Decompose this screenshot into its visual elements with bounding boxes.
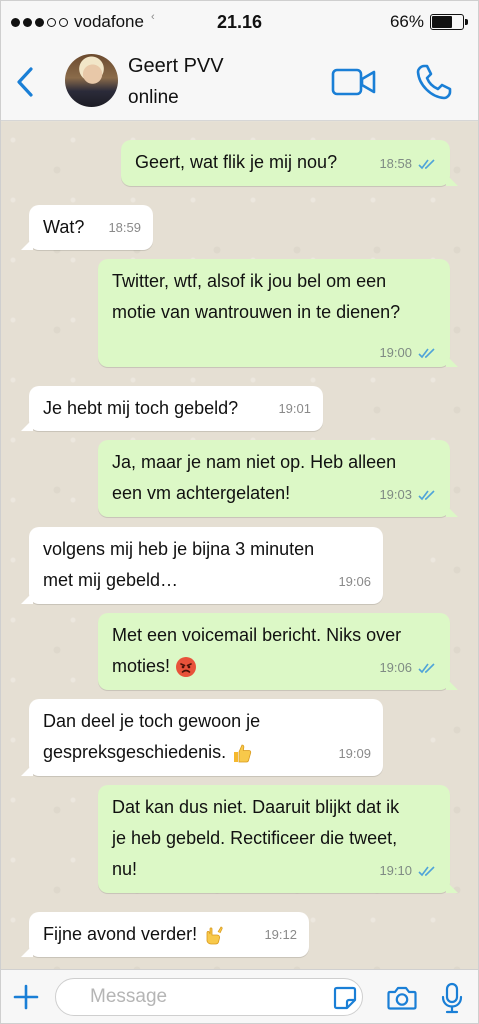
battery-percentage: 66% bbox=[389, 12, 424, 31]
camera-icon[interactable] bbox=[387, 984, 417, 1012]
message-time: 18:59 bbox=[108, 220, 141, 235]
message-meta: 19:01 bbox=[278, 401, 311, 417]
read-ticks-icon bbox=[418, 663, 435, 674]
message-text: volgens mij heb je bijna 3 minuten bbox=[43, 539, 315, 559]
message-time: 19:09 bbox=[338, 746, 371, 761]
message-bubble-outgoing[interactable]: Met een voicemail bericht. Niks over mot… bbox=[98, 613, 458, 690]
message-text: Fijne avond verder! bbox=[43, 924, 198, 944]
message-time: 19:06 bbox=[379, 660, 412, 675]
message-time: 19:00 bbox=[379, 345, 412, 360]
message-time: 19:06 bbox=[338, 574, 371, 589]
thumbs-up-icon bbox=[234, 744, 252, 763]
chevron-left-icon[interactable] bbox=[13, 65, 37, 99]
message-meta: 19:09 bbox=[338, 746, 371, 762]
sticker-icon[interactable] bbox=[332, 985, 358, 1011]
signal-dot bbox=[11, 17, 20, 27]
message-text: je heb gebeld. Rectificeer die tweet, bbox=[112, 828, 398, 848]
message-meta: 19:12 bbox=[264, 927, 297, 943]
message-text-line: gespreksgeschiedenis. bbox=[43, 737, 369, 768]
video-camera-icon[interactable] bbox=[331, 67, 377, 97]
signal-dot-empty bbox=[59, 17, 68, 27]
message-text-line: Fijne avond verder! bbox=[43, 919, 295, 950]
message-text: Twitter, wtf, alsof ik jou bel om een bbox=[112, 271, 387, 291]
message-text: Dan deel je toch gewoon je bbox=[43, 711, 261, 731]
message-time: 19:10 bbox=[379, 863, 412, 878]
message-text: Ja, maar je nam niet op. Heb alleen bbox=[112, 452, 397, 472]
read-ticks-icon bbox=[418, 866, 435, 877]
message-bubble-outgoing[interactable]: Ja, maar je nam niet op. Heb alleen een … bbox=[98, 440, 458, 517]
contact-status: online bbox=[128, 87, 179, 108]
message-time: 19:01 bbox=[278, 401, 311, 416]
message-bubble-incoming[interactable]: volgens mij heb je bijna 3 minuten met m… bbox=[21, 527, 383, 604]
status-right: 66% bbox=[389, 12, 468, 32]
message-time: 19:12 bbox=[264, 927, 297, 942]
message-text: Met een voicemail bericht. Niks over bbox=[112, 625, 402, 645]
battery-icon bbox=[430, 14, 468, 30]
message-time: 18:58 bbox=[379, 156, 412, 171]
message-meta: 18:59 bbox=[108, 220, 141, 236]
angry-face-icon bbox=[176, 657, 197, 678]
message-meta: 18:58 bbox=[379, 156, 438, 172]
message-meta: 19:10 bbox=[379, 863, 438, 879]
message-bubble-incoming[interactable]: Fijne avond verder! 19:12 bbox=[21, 912, 309, 957]
message-meta: 19:06 bbox=[338, 574, 371, 590]
call-me-hand-icon bbox=[206, 926, 223, 945]
signal-dot bbox=[23, 17, 32, 27]
message-meta: 19:03 bbox=[379, 487, 438, 503]
microphone-icon[interactable] bbox=[441, 982, 463, 1014]
message-bubble-outgoing[interactable]: Geert, wat flik je mij nou? 18:58 bbox=[121, 140, 458, 186]
message-bubble-incoming[interactable]: Je hebt mij toch gebeld? 19:01 bbox=[21, 386, 323, 431]
message-text: Dat kan dus niet. Daaruit blijkt dat ik bbox=[112, 797, 400, 817]
message-bubble-incoming[interactable]: Wat? 18:59 bbox=[21, 205, 153, 250]
message-text: gespreksgeschiedenis. bbox=[43, 742, 227, 762]
message-bubble-outgoing[interactable]: Dat kan dus niet. Daaruit blijkt dat ik … bbox=[98, 785, 458, 893]
contact-name[interactable]: Geert PVV bbox=[128, 55, 224, 78]
plus-icon[interactable] bbox=[13, 984, 39, 1010]
message-input-bar bbox=[1, 969, 478, 1023]
message-meta: 19:00 bbox=[379, 345, 438, 361]
phone-screen: vodafone ‹ 21.16 66% Geert PVV online Ge… bbox=[0, 0, 479, 1024]
message-text: met mij gebeld… bbox=[43, 570, 179, 590]
message-time: 19:03 bbox=[379, 487, 412, 502]
chat-messages[interactable]: Geert, wat flik je mij nou? 18:58 Wat? 1… bbox=[1, 122, 478, 969]
message-text: Je hebt mij toch gebeld? bbox=[43, 398, 239, 418]
read-ticks-icon bbox=[418, 490, 435, 501]
status-bar: vodafone ‹ 21.16 66% bbox=[1, 1, 478, 43]
message-bubble-outgoing[interactable]: Twitter, wtf, alsof ik jou bel om een mo… bbox=[98, 259, 458, 367]
chat-header: Geert PVV online bbox=[1, 43, 478, 121]
status-time: 21.16 bbox=[216, 11, 263, 32]
signal-dot bbox=[35, 17, 44, 27]
message-text: moties! bbox=[112, 656, 171, 676]
status-left: vodafone ‹ bbox=[11, 11, 155, 32]
message-bubble-incoming[interactable]: Dan deel je toch gewoon je gespreksgesch… bbox=[21, 699, 383, 776]
network-activity-icon: ‹ bbox=[150, 11, 155, 23]
signal-dot-empty bbox=[47, 17, 56, 27]
phone-icon[interactable] bbox=[415, 63, 453, 101]
read-ticks-icon bbox=[418, 348, 435, 359]
battery-fill bbox=[432, 16, 452, 28]
message-text: motie van wantrouwen in te dienen? bbox=[112, 302, 401, 322]
read-ticks-icon bbox=[418, 159, 435, 170]
avatar[interactable] bbox=[65, 54, 118, 107]
carrier-name: vodafone bbox=[74, 12, 144, 31]
message-meta: 19:06 bbox=[379, 660, 438, 676]
signal-strength-icon bbox=[11, 17, 68, 27]
message-input[interactable] bbox=[55, 978, 363, 1016]
